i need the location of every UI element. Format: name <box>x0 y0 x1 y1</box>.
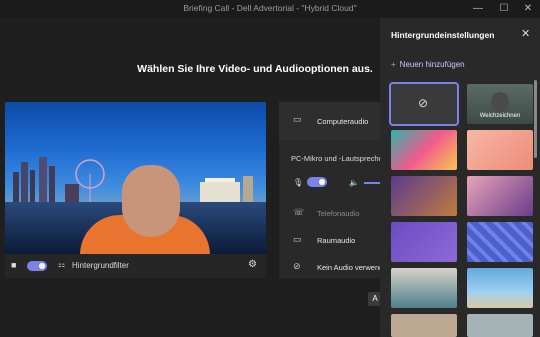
background-tile-blur[interactable]: Weichzeichnen <box>467 84 533 124</box>
panel-scrollbar[interactable] <box>534 80 537 158</box>
no-audio-icon: ⊘ <box>293 261 301 271</box>
phone-icon: ☏ <box>293 207 305 217</box>
window-title: Briefing Call - Dell Advertorial - "Hybr… <box>183 3 357 13</box>
background-settings-panel: Hintergrundeinstellungen ✕ + Neuen hinzuf… <box>380 18 540 337</box>
background-tile-pink-room[interactable] <box>467 130 533 170</box>
microphone-icon: 🎙 <box>293 178 304 187</box>
monitor-icon: ▭ <box>293 114 302 124</box>
background-tile-partial-1[interactable] <box>391 314 457 337</box>
add-new-label: Neuen hinzufügen <box>399 60 465 69</box>
phone-audio-label: Telefonaudio <box>317 209 360 218</box>
camera-icon: ■ <box>11 260 17 270</box>
speaker-icon: 🔈 <box>349 178 359 187</box>
no-background-icon: ⊘ <box>418 96 429 110</box>
background-tile-colorful-landscape[interactable] <box>391 130 457 170</box>
room-audio-option[interactable]: ▭ Raumaudio <box>279 229 382 251</box>
minimize-button[interactable]: — <box>468 1 488 17</box>
maximize-button[interactable]: ☐ <box>494 1 514 17</box>
background-tile-modern-room[interactable] <box>391 268 457 308</box>
background-tile-purple-wall[interactable] <box>391 222 457 262</box>
blur-avatar-icon <box>491 92 509 112</box>
computer-audio-option[interactable]: ▭ Computeraudio <box>279 102 382 140</box>
settings-gear-icon[interactable]: ⚙ <box>248 259 257 270</box>
background-filter-icon: ⚏ <box>58 260 66 269</box>
video-controls-bar: ■ ⚏ Hintergrundfilter ⚙ <box>5 254 266 278</box>
microphone-toggle[interactable] <box>307 177 327 187</box>
plus-icon: + <box>391 60 396 69</box>
no-audio-option[interactable]: ⊘ Kein Audio verwenden <box>279 256 392 278</box>
camera-toggle[interactable] <box>27 261 47 271</box>
room-audio-label: Raumaudio <box>317 236 356 245</box>
add-new-background-button[interactable]: + Neuen hinzufügen <box>391 60 465 69</box>
background-tile-pink-shelves[interactable] <box>467 176 533 216</box>
audio-options-panel: ▭ Computeraudio PC-Mikro und -Lautsprech… <box>279 102 385 278</box>
background-tile-none[interactable]: ⊘ <box>389 82 459 126</box>
title-bar: Briefing Call - Dell Advertorial - "Hybr… <box>0 0 540 18</box>
computer-audio-label: Computeraudio <box>317 117 369 126</box>
close-window-button[interactable]: ✕ <box>518 1 538 17</box>
audio-device-label[interactable]: PC-Mikro und -Lautsprecher <box>291 154 385 163</box>
panel-title: Hintergrundeinstellungen <box>391 30 495 40</box>
blur-label: Weichzeichnen <box>479 113 521 119</box>
background-tile-blue-pattern[interactable] <box>467 222 533 262</box>
close-icon[interactable]: ✕ <box>521 27 530 40</box>
phone-audio-option[interactable]: ☏ Telefonaudio <box>279 202 382 224</box>
background-tile-beach-cars[interactable] <box>467 268 533 308</box>
background-tile-partial-2[interactable] <box>467 314 533 337</box>
room-device-icon: ▭ <box>293 234 302 244</box>
background-tile-purple-interior[interactable] <box>391 176 457 216</box>
page-title: Wählen Sie Ihre Video- und Audiooptionen… <box>137 63 373 75</box>
background-filter-button[interactable]: Hintergrundfilter <box>72 261 129 270</box>
person-face <box>122 165 180 237</box>
